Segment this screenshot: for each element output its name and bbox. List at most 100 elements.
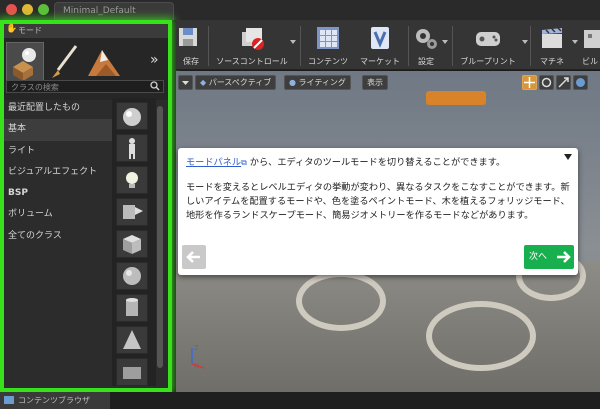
scale-icon	[558, 77, 569, 88]
globe-icon	[576, 78, 585, 87]
viewport-toolbar: ◆ パースペクティブ ● ライティング 表示	[176, 75, 600, 91]
landscape-icon	[88, 50, 120, 76]
save-button[interactable]: 保存	[178, 24, 204, 68]
content-browser-tab-label: コンテンツブラウザ	[18, 396, 90, 405]
toolbar-separator	[300, 26, 301, 66]
perspective-button[interactable]: ◆ パースペクティブ	[195, 75, 277, 90]
matinee-dropdown-icon[interactable]	[572, 40, 578, 44]
axis-x-label: X	[194, 362, 199, 370]
marketplace-icon	[371, 27, 389, 49]
toolbar-separator	[208, 26, 209, 66]
lighting-button[interactable]: ● ライティング	[284, 75, 351, 90]
list-item[interactable]	[116, 230, 148, 258]
tutorial-menu-icon[interactable]	[564, 154, 572, 160]
placeable-item-list	[112, 98, 156, 386]
category-recent[interactable]: 最近配置したもの	[4, 98, 112, 119]
content-browser-icon	[4, 396, 14, 404]
modes-panel: ✋ モード » クラスの検索 最近配置したもの 基本 ライト ビジュアルエフェク…	[0, 20, 172, 392]
plane-icon	[123, 367, 141, 379]
settings-dropdown-icon[interactable]	[442, 40, 448, 44]
category-label: ビジュアルエフェクト	[8, 166, 98, 177]
axis-z-label: Z	[194, 344, 199, 352]
content-icon	[317, 27, 339, 49]
perspective-label: パースペクティブ	[208, 78, 272, 87]
modes-tab-label: モード	[18, 26, 42, 35]
toolbar-label: ブループリント	[460, 57, 516, 66]
external-link-icon: ⧉	[241, 158, 247, 167]
category-list: 最近配置したもの 基本 ライト ビジュアルエフェクト BSP ボリューム 全ての…	[4, 98, 112, 247]
show-label: 表示	[367, 78, 383, 87]
content-browser-tab[interactable]: コンテンツブラウザ	[0, 392, 110, 409]
toolbar-label: ソースコントロール	[216, 57, 288, 66]
category-visual-effects[interactable]: ビジュアルエフェクト	[4, 162, 112, 183]
category-label: 最近配置したもの	[8, 103, 81, 113]
list-item[interactable]	[116, 358, 148, 386]
world-local-button[interactable]	[573, 75, 588, 90]
category-basic[interactable]: 基本	[4, 119, 112, 141]
list-item[interactable]	[116, 102, 148, 130]
class-search-input[interactable]: クラスの検索	[6, 80, 164, 93]
window-maximize-button[interactable]	[38, 4, 49, 15]
category-label: 全てのクラス	[8, 230, 62, 241]
list-item[interactable]	[116, 326, 148, 354]
title-bar: Minimal_Default	[0, 0, 600, 20]
modes-tab[interactable]: ✋ モード	[4, 24, 168, 38]
blueprint-icon	[476, 32, 500, 46]
list-item[interactable]	[116, 294, 148, 322]
category-all-classes[interactable]: 全てのクラス	[4, 226, 112, 247]
scene-chair	[296, 271, 386, 331]
settings-icon	[416, 29, 437, 49]
category-volumes[interactable]: ボリューム	[4, 204, 112, 225]
toolbar-separator	[530, 26, 531, 66]
cube-icon	[123, 235, 141, 254]
tutorial-popup: モードパネル⧉ から、エディタのツールモードを切り替えることができます。 モード…	[178, 148, 578, 275]
lighting-icon: ●	[289, 78, 299, 87]
scale-tool-button[interactable]	[556, 75, 571, 90]
source-control-icon	[242, 28, 264, 50]
tutorial-intro-text: から、エディタのツールモードを切り替えることができます。	[249, 157, 506, 168]
place-mode-button[interactable]	[6, 42, 44, 84]
list-item[interactable]	[116, 134, 148, 162]
list-item[interactable]	[116, 166, 148, 194]
list-item[interactable]	[116, 262, 148, 290]
settings-button[interactable]: 設定	[412, 24, 440, 68]
source-control-button[interactable]: ソースコントロール	[210, 24, 294, 68]
blueprints-button[interactable]: ブループリント	[456, 24, 520, 68]
more-modes-button[interactable]: »	[150, 52, 159, 68]
blueprints-dropdown-icon[interactable]	[522, 40, 528, 44]
tutorial-back-button[interactable]	[182, 245, 206, 269]
content-button[interactable]: コンテンツ	[304, 24, 352, 68]
list-item[interactable]	[116, 198, 148, 226]
tutorial-next-button[interactable]: 次へ	[524, 245, 574, 269]
toolbar-label: 設定	[418, 57, 434, 66]
window-close-button[interactable]	[6, 4, 17, 15]
cylinder-icon	[126, 298, 138, 316]
paint-brush-icon	[52, 45, 78, 78]
landscape-mode-button[interactable]	[86, 42, 124, 84]
category-label: BSP	[8, 188, 28, 199]
viewport-options-button[interactable]	[178, 75, 193, 90]
show-button[interactable]: 表示	[362, 75, 388, 90]
rotate-tool-button[interactable]	[539, 75, 554, 90]
window-minimize-button[interactable]	[22, 4, 33, 15]
category-bsp[interactable]: BSP	[4, 183, 112, 204]
marketplace-button[interactable]: マーケット	[356, 24, 404, 68]
trigger-icon	[123, 205, 143, 219]
source-control-dropdown-icon[interactable]	[290, 40, 296, 44]
modes-panel-link[interactable]: モードパネル	[186, 157, 241, 168]
cone-icon	[123, 330, 141, 349]
paint-mode-button[interactable]	[46, 42, 84, 84]
category-label: ライト	[8, 145, 36, 156]
tutorial-body: モードを変えるとレベルエディタの挙動が変わり、異なるタスクをこなすことができます…	[186, 182, 570, 221]
translate-tool-button[interactable]	[522, 75, 537, 90]
toolbar-separator	[408, 26, 409, 66]
modes-scrollbar[interactable]	[157, 106, 163, 368]
toolbar-label: ビル	[582, 57, 598, 66]
build-button[interactable]: ビル	[580, 24, 600, 68]
main-toolbar: 保存 ソースコントロール コンテンツ マーケット 設定 ブループリント マチネ …	[176, 20, 600, 70]
document-tab[interactable]: Minimal_Default	[54, 2, 174, 20]
matinee-button[interactable]: マチネ	[534, 24, 570, 68]
player-start-icon	[129, 138, 135, 159]
scene-chair	[426, 301, 536, 371]
category-lights[interactable]: ライト	[4, 141, 112, 162]
